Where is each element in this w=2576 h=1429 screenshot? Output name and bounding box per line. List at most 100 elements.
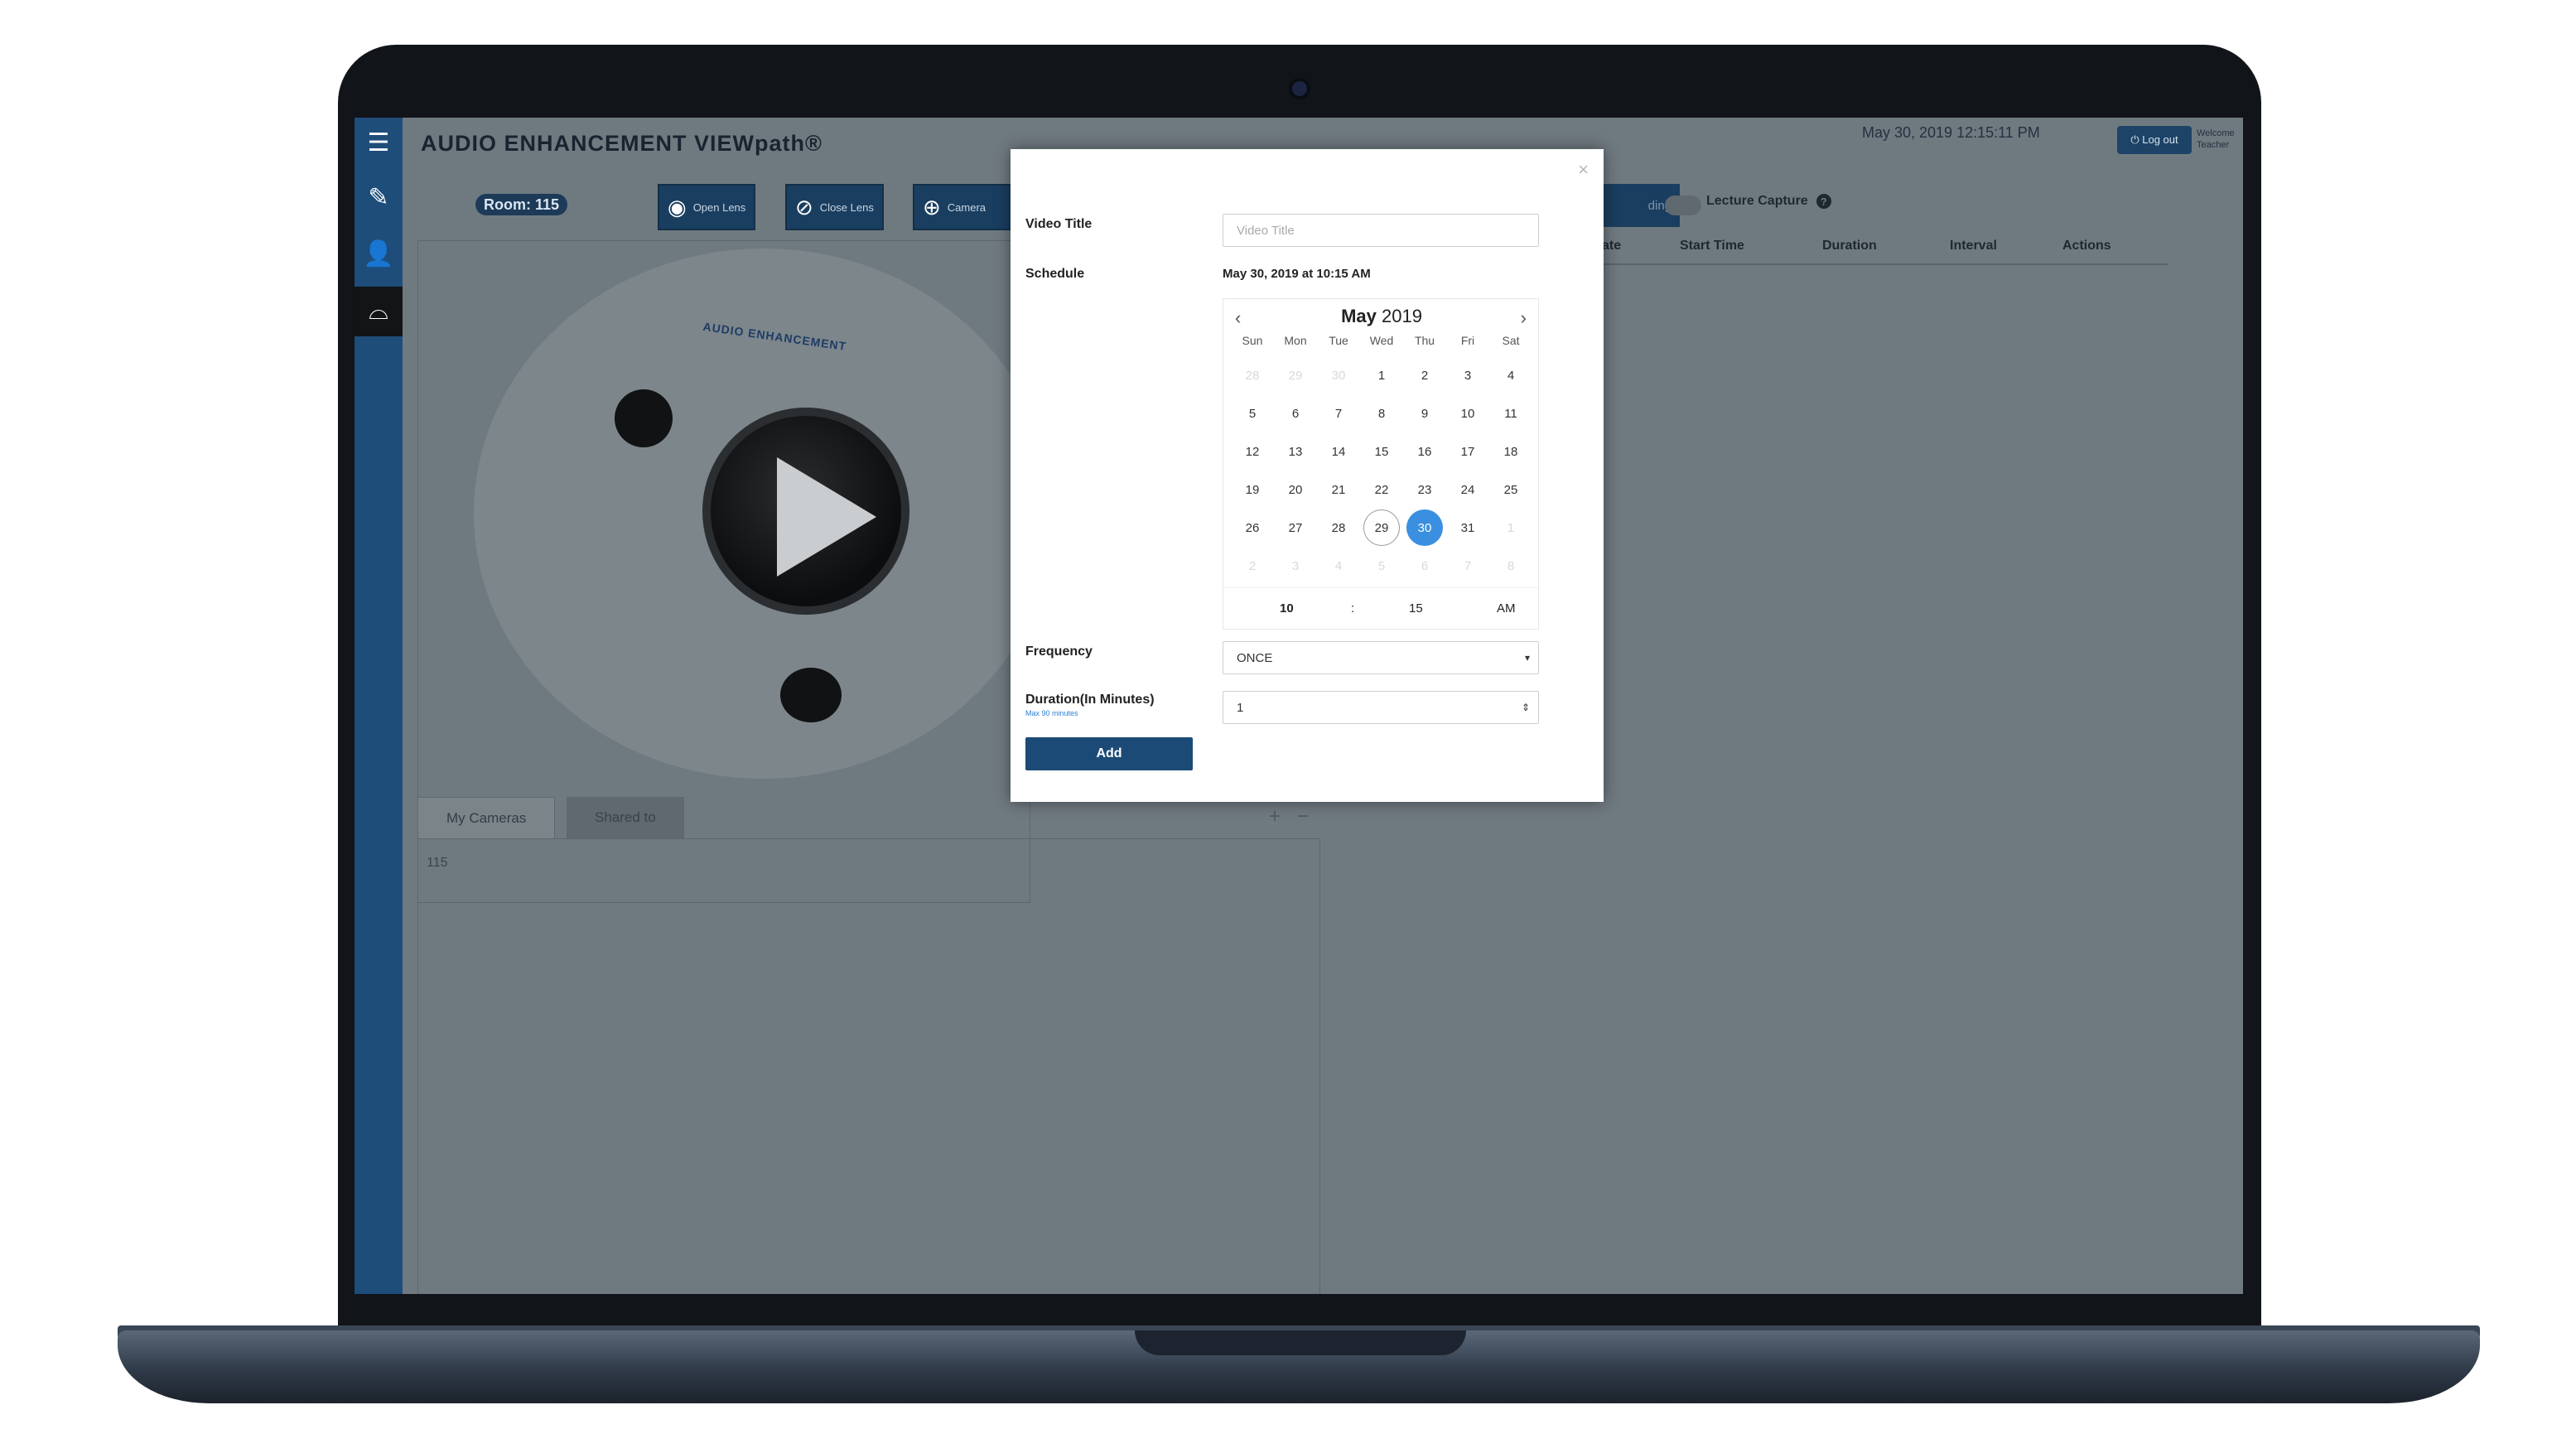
minute-field[interactable]: 15 bbox=[1409, 601, 1423, 616]
weekday-header: Fri bbox=[1460, 334, 1475, 347]
camera-sensor-dot bbox=[780, 668, 842, 722]
room-badge: Room: 115 bbox=[475, 194, 568, 215]
calendar-day[interactable]: 7 bbox=[1320, 395, 1357, 432]
help-icon[interactable]: ? bbox=[1816, 194, 1831, 209]
menu-icon[interactable]: ☰ bbox=[355, 118, 403, 167]
chevron-right-icon[interactable]: › bbox=[1521, 307, 1527, 329]
calendar-day[interactable]: 15 bbox=[1363, 433, 1400, 470]
duration-hint: Max 90 minutes bbox=[1025, 709, 1078, 717]
calendar-day[interactable]: 29 bbox=[1363, 509, 1400, 546]
calendar-day[interactable]: 8 bbox=[1493, 548, 1529, 584]
calendar-day[interactable]: 25 bbox=[1493, 471, 1529, 508]
video-title-label: Video Title bbox=[1025, 217, 1093, 231]
camera-button[interactable]: ⊕ Camera bbox=[913, 184, 1012, 230]
close-lens-label: Close Lens bbox=[819, 200, 874, 214]
hour-field[interactable]: 10 bbox=[1280, 601, 1294, 616]
plus-icon[interactable]: + bbox=[1269, 805, 1281, 828]
calendar-day[interactable]: 19 bbox=[1234, 471, 1271, 508]
calendar-day[interactable]: 30 bbox=[1320, 357, 1357, 393]
calendar-day[interactable]: 28 bbox=[1320, 509, 1357, 546]
sidebar: ☰ ✎ 👤 ⌓ bbox=[355, 118, 403, 1294]
time-separator: : bbox=[1351, 601, 1355, 616]
lecture-capture-label: Lecture Capture bbox=[1706, 194, 1808, 208]
calendar-day[interactable]: 26 bbox=[1234, 509, 1271, 546]
calendar-day[interactable]: 20 bbox=[1277, 471, 1314, 508]
camera-icon[interactable]: ⌓ bbox=[355, 287, 403, 336]
calendar-day[interactable]: 4 bbox=[1493, 357, 1529, 393]
weekday-header: Mon bbox=[1284, 334, 1307, 347]
calendar-day[interactable]: 31 bbox=[1450, 509, 1486, 546]
column-start-time: Start Time bbox=[1680, 239, 1744, 253]
edit-icon[interactable]: ✎ bbox=[355, 172, 403, 222]
tab-my-cameras[interactable]: My Cameras bbox=[417, 797, 556, 838]
calendar-day[interactable]: 28 bbox=[1234, 357, 1271, 393]
open-lens-button[interactable]: ◉ Open Lens bbox=[658, 184, 756, 230]
calendar-day[interactable]: 22 bbox=[1363, 471, 1400, 508]
calendar-day[interactable]: 2 bbox=[1234, 548, 1271, 584]
calendar-day[interactable]: 5 bbox=[1234, 395, 1271, 432]
webcam-icon bbox=[1289, 78, 1310, 99]
tab-shared-to[interactable]: Shared to bbox=[567, 797, 684, 838]
logout-button[interactable]: ⏻ Log out bbox=[2117, 126, 2192, 154]
calendar-day[interactable]: 29 bbox=[1277, 357, 1314, 393]
close-lens-button[interactable]: ⊘ Close Lens bbox=[785, 184, 884, 230]
column-duration: Duration bbox=[1822, 239, 1877, 253]
list-item[interactable]: 115 bbox=[427, 856, 448, 871]
calendar-day[interactable]: 1 bbox=[1493, 509, 1529, 546]
calendar-day[interactable]: 30 bbox=[1406, 509, 1443, 546]
minus-icon[interactable]: − bbox=[1297, 805, 1309, 828]
current-datetime: May 30, 2019 12:15:11 PM bbox=[1862, 124, 2040, 141]
calendar-day[interactable]: 3 bbox=[1277, 548, 1314, 584]
calendar-day[interactable]: 8 bbox=[1363, 395, 1400, 432]
ampm-toggle[interactable]: AM bbox=[1497, 601, 1516, 616]
lecture-capture: Lecture Capture ? bbox=[1706, 194, 1831, 209]
add-button[interactable]: Add bbox=[1025, 737, 1193, 770]
app-brand: AUDIO ENHANCEMENT VIEWpath® bbox=[421, 131, 822, 156]
stepper-icon[interactable]: ⇕ bbox=[1522, 702, 1530, 713]
calendar-day[interactable]: 5 bbox=[1363, 548, 1400, 584]
laptop-notch bbox=[1135, 1330, 1466, 1355]
calendar-day[interactable]: 9 bbox=[1406, 395, 1443, 432]
column-interval: Interval bbox=[1950, 239, 1997, 253]
calendar-day[interactable]: 24 bbox=[1450, 471, 1486, 508]
calendar-day[interactable]: 2 bbox=[1406, 357, 1443, 393]
time-picker: 10 : 15 AM bbox=[1223, 587, 1540, 627]
calendar-day[interactable]: 1 bbox=[1363, 357, 1400, 393]
calendar-month-year: May 2019 bbox=[1223, 306, 1540, 331]
calendar-day[interactable]: 6 bbox=[1277, 395, 1314, 432]
calendar-day[interactable]: 23 bbox=[1406, 471, 1443, 508]
calendar-day[interactable]: 11 bbox=[1493, 395, 1529, 432]
table-divider bbox=[1597, 263, 2168, 265]
calendar-day[interactable]: 13 bbox=[1277, 433, 1314, 470]
date-picker: ‹ May 2019 › 10 : 15 AM Sun Mon Tue Wed Thu F… bbox=[1223, 298, 1540, 630]
lecture-capture-toggle[interactable] bbox=[1665, 196, 1701, 215]
calendar-day[interactable]: 10 bbox=[1450, 395, 1486, 432]
duration-label: Duration(In Minutes) bbox=[1025, 693, 1155, 707]
calendar-day[interactable]: 16 bbox=[1406, 433, 1443, 470]
calendar-day[interactable]: 6 bbox=[1406, 548, 1443, 584]
play-icon[interactable] bbox=[777, 457, 876, 577]
duration-stepper[interactable]: 1 ⇕ bbox=[1223, 691, 1539, 724]
calendar-day[interactable]: 14 bbox=[1320, 433, 1357, 470]
eye-slash-icon: ⊘ bbox=[795, 194, 813, 220]
camera-sensor-dot bbox=[615, 389, 673, 447]
calendar-day[interactable]: 7 bbox=[1450, 548, 1486, 584]
weekday-header: Sun bbox=[1242, 334, 1263, 347]
calendar-day[interactable]: 3 bbox=[1450, 357, 1486, 393]
caret-down-icon: ▾ bbox=[1524, 652, 1530, 664]
video-title-placeholder: Video Title bbox=[1237, 223, 1295, 238]
frequency-label: Frequency bbox=[1025, 644, 1093, 659]
frequency-select[interactable]: ONCE ▾ bbox=[1223, 641, 1539, 674]
weekday-header: Wed bbox=[1369, 334, 1394, 347]
duration-value: 1 bbox=[1237, 700, 1244, 715]
column-date: ate bbox=[1602, 239, 1622, 253]
calendar-day[interactable]: 21 bbox=[1320, 471, 1357, 508]
user-icon[interactable]: 👤 bbox=[355, 229, 403, 278]
calendar-day[interactable]: 27 bbox=[1277, 509, 1314, 546]
close-icon[interactable]: × bbox=[1578, 159, 1589, 181]
calendar-day[interactable]: 4 bbox=[1320, 548, 1357, 584]
video-title-input[interactable]: Video Title bbox=[1223, 214, 1539, 247]
calendar-day[interactable]: 18 bbox=[1493, 433, 1529, 470]
calendar-day[interactable]: 17 bbox=[1450, 433, 1486, 470]
calendar-day[interactable]: 12 bbox=[1234, 433, 1271, 470]
